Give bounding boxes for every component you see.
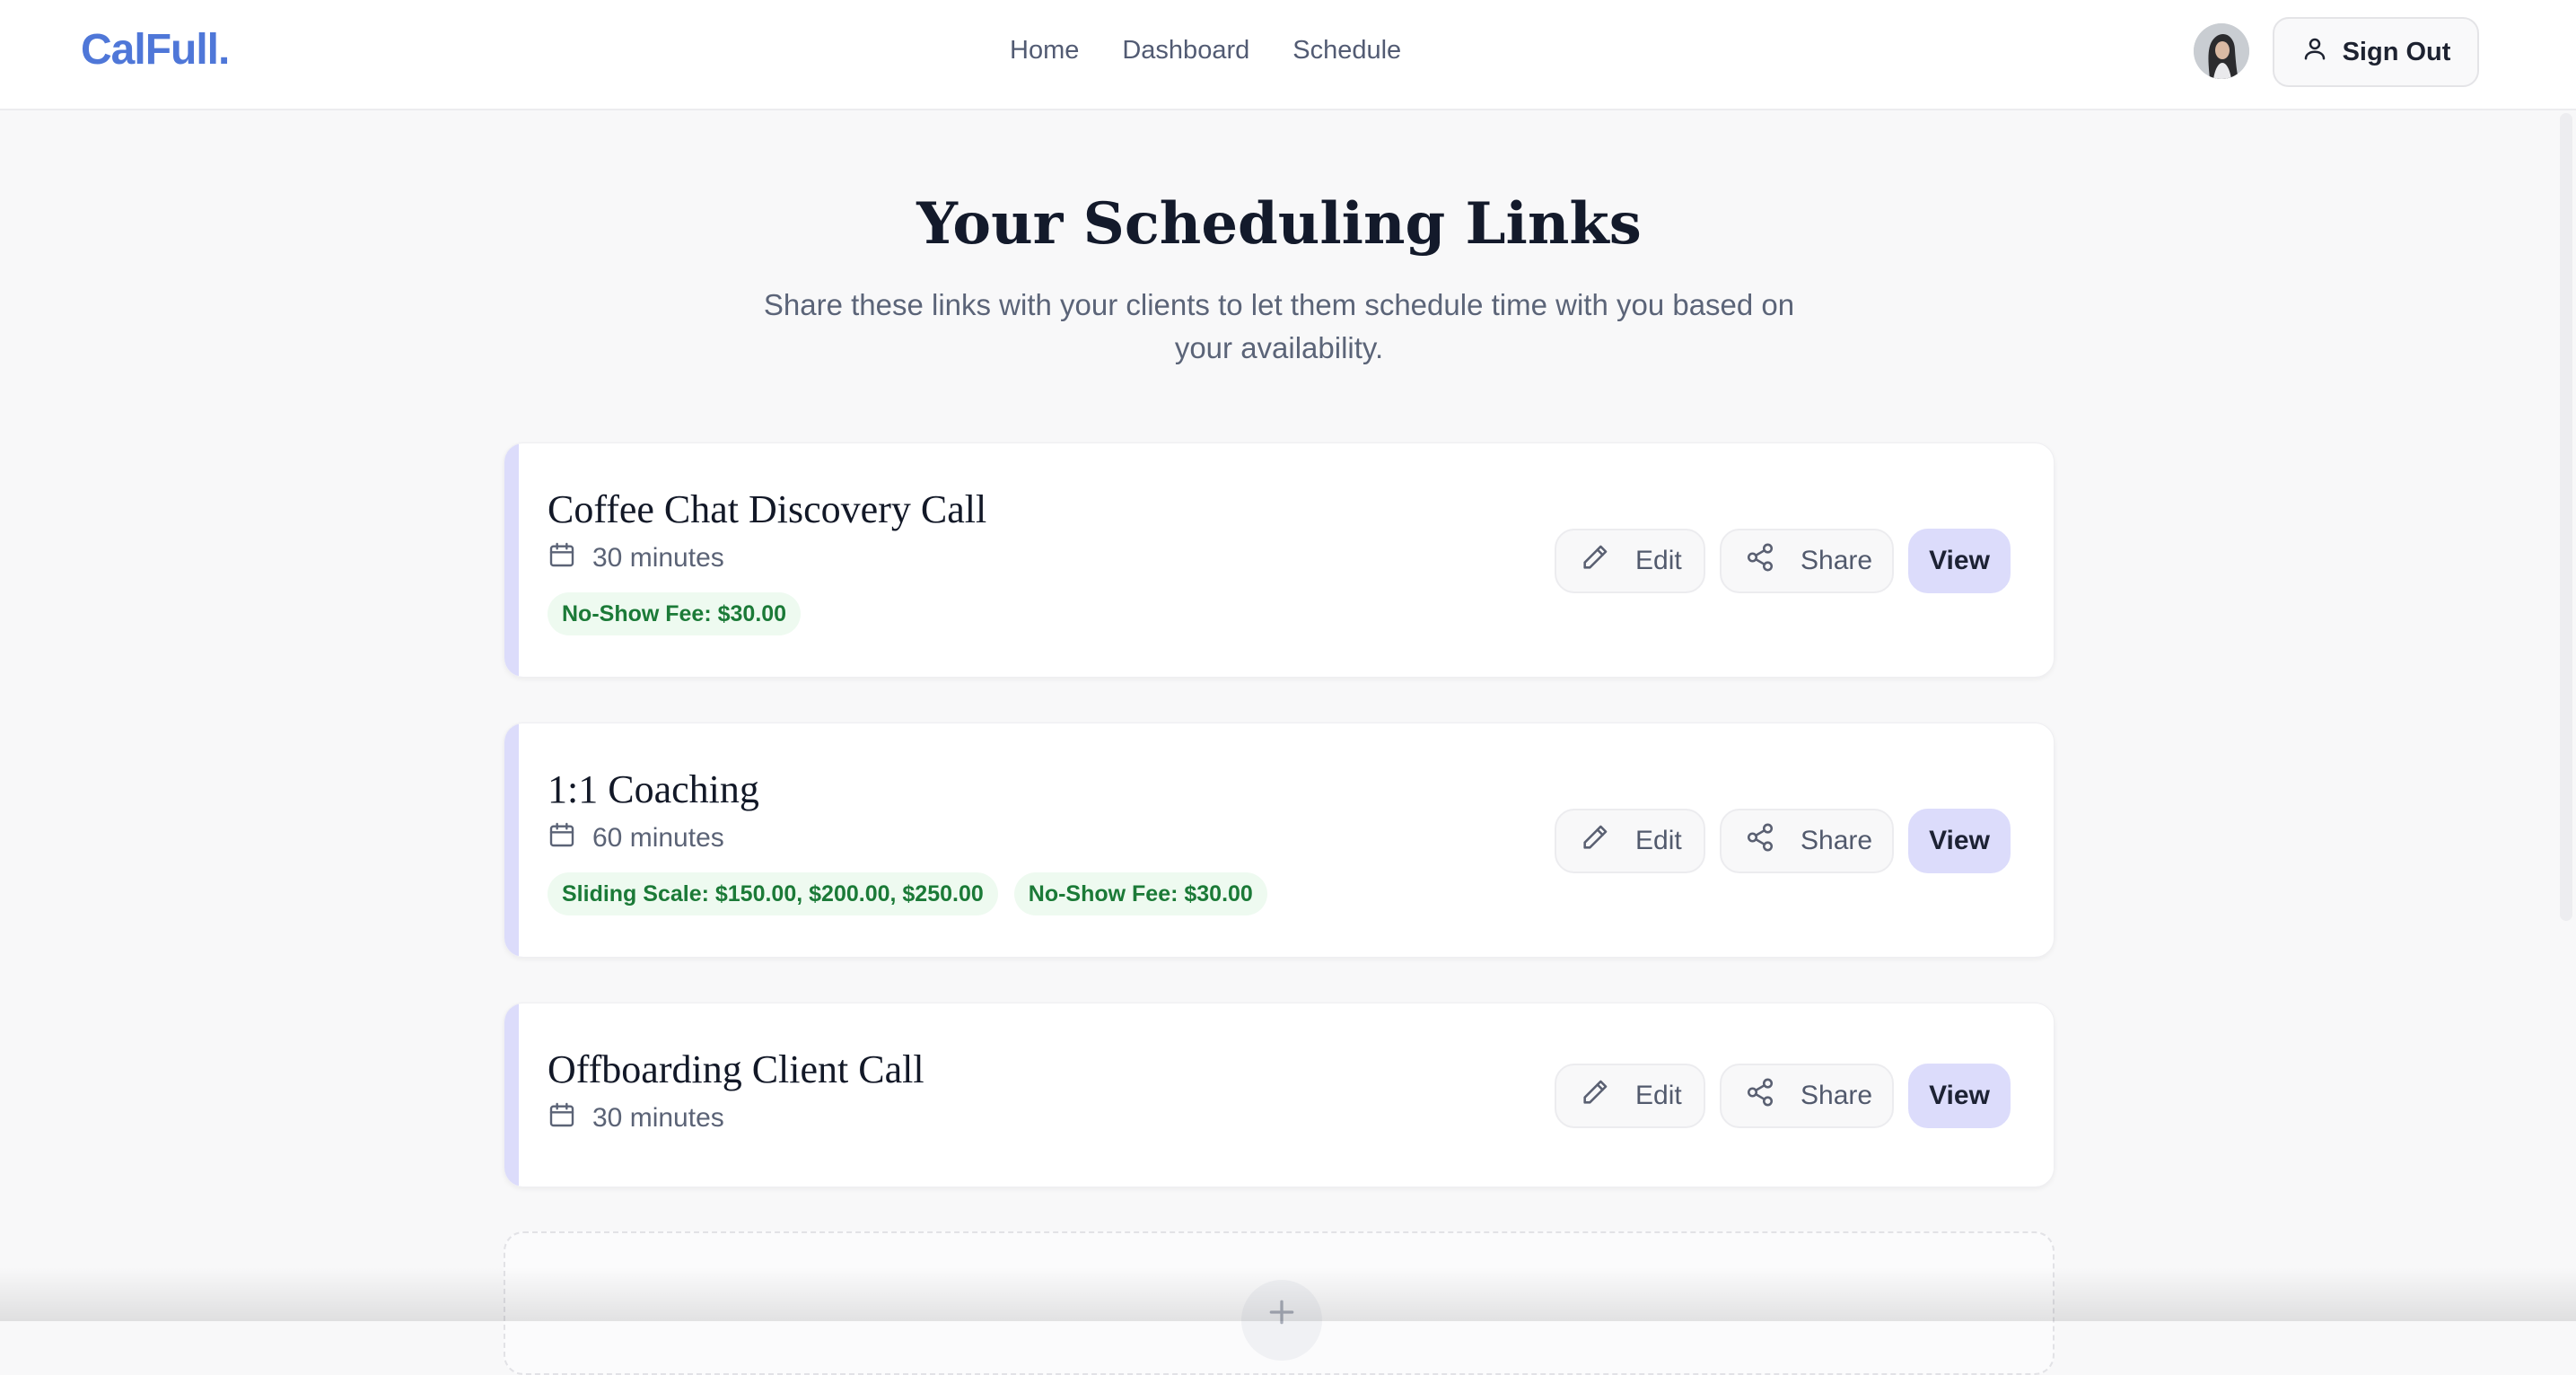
card-accent-bar (504, 1003, 519, 1187)
view-button[interactable]: View (1908, 809, 2011, 873)
card-actions: Edit Share View (1555, 809, 2011, 873)
edit-button[interactable]: Edit (1555, 809, 1705, 873)
card-tags: Sliding Scale: $150.00, $200.00, $250.00… (548, 872, 1267, 915)
pencil-icon (1580, 1077, 1610, 1115)
scheduling-link-card: Coffee Chat Discovery Call 30 minutes No… (504, 442, 2055, 678)
sliding-scale-badge: Sliding Scale: $150.00, $200.00, $250.00 (548, 872, 998, 915)
no-show-fee-badge: No-Show Fee: $30.00 (1013, 872, 1267, 915)
share-icon (1745, 822, 1775, 860)
main-nav: Home Dashboard Schedule (1010, 36, 1401, 66)
plus-icon (1241, 1280, 1322, 1361)
calendar-icon (548, 1100, 576, 1136)
page-scrollbar[interactable] (2560, 113, 2572, 921)
nav-schedule-link[interactable]: Schedule (1292, 36, 1401, 66)
nav-home-link[interactable]: Home (1010, 36, 1079, 66)
calfull-logo[interactable]: CalFull. (81, 25, 230, 74)
create-link-card[interactable] (504, 1231, 2055, 1375)
user-photo (2194, 23, 2249, 79)
share-label: Share (1801, 1081, 1873, 1110)
sign-out-label: Sign Out (2342, 37, 2451, 66)
edit-button[interactable]: Edit (1555, 1064, 1705, 1128)
calendar-icon (548, 820, 576, 856)
share-icon (1745, 542, 1775, 580)
share-label: Share (1801, 546, 1873, 575)
edit-label: Edit (1635, 1081, 1682, 1110)
card-duration: 30 minutes (548, 1100, 724, 1136)
card-duration: 60 minutes (548, 820, 724, 856)
card-accent-bar (504, 723, 519, 957)
view-button[interactable]: View (1908, 1064, 2011, 1128)
edit-label: Edit (1635, 826, 1682, 855)
page-subtitle: Share these links with your clients to l… (763, 288, 1795, 364)
no-show-fee-badge: No-Show Fee: $30.00 (548, 592, 802, 635)
duration-label: 30 minutes (592, 1103, 724, 1133)
share-button[interactable]: Share (1720, 1064, 1894, 1128)
share-icon (1745, 1077, 1775, 1115)
pencil-icon (1580, 822, 1610, 860)
calendar-icon (548, 540, 576, 576)
pencil-icon (1580, 542, 1610, 580)
top-navigation-bar: CalFull. Home Dashboard Schedule Sign Ou… (0, 0, 2576, 110)
page-title: Your Scheduling Links (916, 190, 1642, 258)
scheduling-link-card: Offboarding Client Call 30 minutes Edit … (504, 1003, 2055, 1187)
share-label: Share (1801, 826, 1873, 855)
share-button[interactable]: Share (1720, 809, 1894, 873)
card-accent-bar (504, 443, 519, 677)
nav-dashboard-link[interactable]: Dashboard (1122, 36, 1249, 66)
share-button[interactable]: Share (1720, 529, 1894, 593)
duration-label: 30 minutes (592, 543, 724, 573)
edit-button[interactable]: Edit (1555, 529, 1705, 593)
edit-label: Edit (1635, 546, 1682, 575)
card-actions: Edit Share View (1555, 529, 2011, 593)
card-title: Coffee Chat Discovery Call (548, 487, 987, 531)
card-title: 1:1 Coaching (548, 767, 759, 811)
view-button[interactable]: View (1908, 529, 2011, 593)
duration-label: 60 minutes (592, 823, 724, 853)
card-tags: No-Show Fee: $30.00 (548, 592, 802, 635)
user-avatar[interactable] (2194, 23, 2249, 79)
card-actions: Edit Share View (1555, 1064, 2011, 1128)
user-icon (2301, 35, 2328, 69)
sign-out-button[interactable]: Sign Out (2273, 17, 2479, 87)
scheduling-link-card: 1:1 Coaching 60 minutes Sliding Scale: $… (504, 723, 2055, 958)
card-duration: 30 minutes (548, 540, 724, 576)
card-title: Offboarding Client Call (548, 1047, 924, 1091)
